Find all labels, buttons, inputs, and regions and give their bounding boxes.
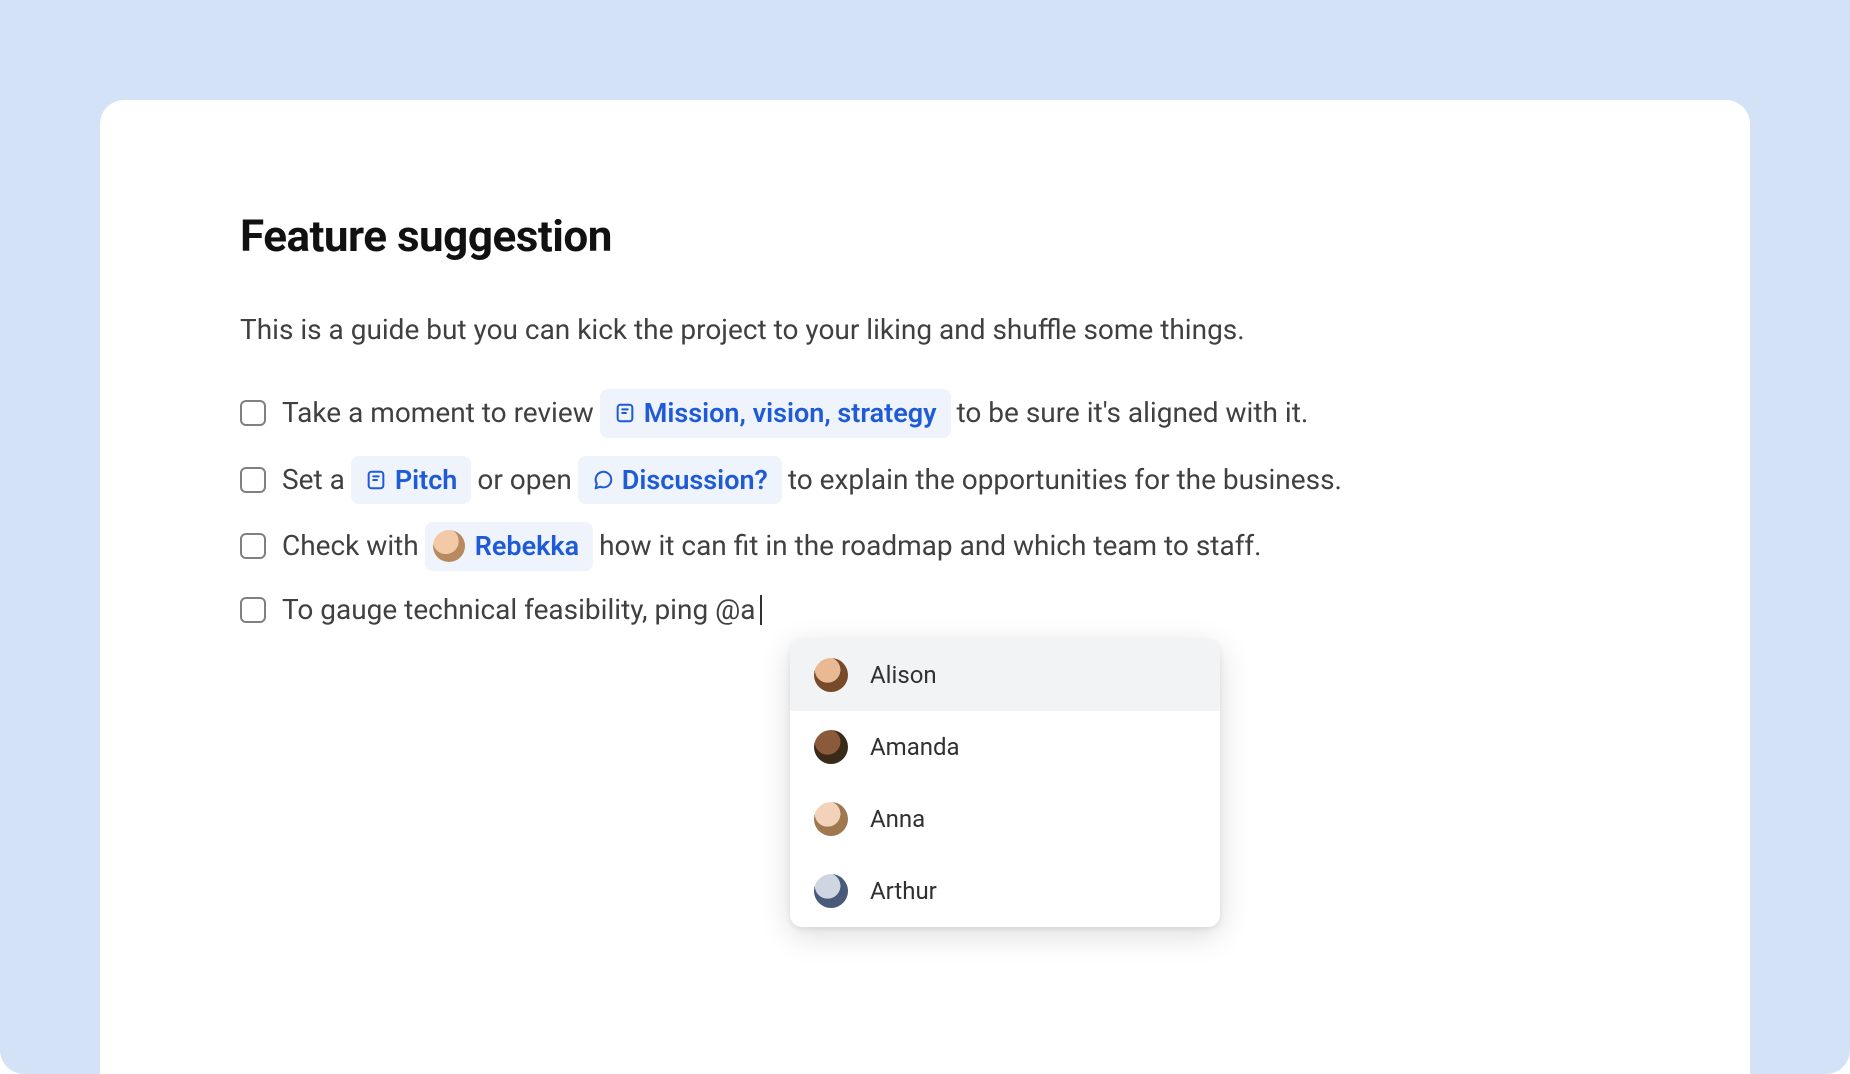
user-mention-label: Rebekka (475, 526, 579, 567)
avatar (814, 730, 848, 764)
document-icon (614, 402, 636, 424)
task-text: Set a (282, 459, 345, 501)
avatar (814, 874, 848, 908)
doc-link-label: Mission, vision, strategy (644, 393, 937, 434)
mention-option-label: Amanda (870, 729, 960, 765)
task-text: how it can fit in the roadmap and which … (599, 525, 1261, 567)
checkbox[interactable] (240, 597, 266, 623)
chat-icon (592, 469, 614, 491)
task-text: to explain the opportunities for the bus… (788, 459, 1342, 501)
avatar (814, 658, 848, 692)
task-row: Set a Pitch or open Discussion? to expla… (240, 456, 1610, 505)
mention-option-label: Anna (870, 801, 925, 837)
task-text-editing[interactable]: To gauge technical feasibility, ping @a (282, 589, 756, 631)
task-row: Take a moment to review Mission, vision,… (240, 389, 1610, 438)
avatar (433, 530, 465, 562)
user-mention-rebekka[interactable]: Rebekka (425, 522, 593, 571)
document-icon (365, 469, 387, 491)
text-cursor (760, 595, 762, 625)
discussion-link[interactable]: Discussion? (578, 456, 782, 505)
task-text: to be sure it's aligned with it. (957, 392, 1309, 434)
task-text: Take a moment to review (282, 392, 594, 434)
mention-option-amanda[interactable]: Amanda (790, 711, 1220, 783)
task-row-editing: To gauge technical feasibility, ping @a … (240, 589, 1610, 631)
checkbox[interactable] (240, 533, 266, 559)
doc-link-label: Pitch (395, 460, 458, 501)
checkbox[interactable] (240, 467, 266, 493)
checkbox[interactable] (240, 400, 266, 426)
page-title: Feature suggestion (240, 210, 1610, 262)
document-card: Feature suggestion This is a guide but y… (100, 100, 1750, 1074)
mention-option-alison[interactable]: Alison (790, 639, 1220, 711)
task-text: Check with (282, 525, 419, 567)
intro-paragraph: This is a guide but you can kick the pro… (240, 310, 1610, 349)
doc-link-mission-vision-strategy[interactable]: Mission, vision, strategy (600, 389, 951, 438)
task-text: or open (477, 459, 571, 501)
doc-link-pitch[interactable]: Pitch (351, 456, 472, 505)
mention-autocomplete-popup: Alison Amanda Anna Arthur (790, 639, 1220, 927)
mention-option-label: Alison (870, 657, 937, 693)
mention-option-anna[interactable]: Anna (790, 783, 1220, 855)
avatar (814, 802, 848, 836)
task-row: Check with Rebekka how it can fit in the… (240, 522, 1610, 571)
discussion-link-label: Discussion? (622, 460, 768, 501)
mention-option-arthur[interactable]: Arthur (790, 855, 1220, 927)
mention-option-label: Arthur (870, 873, 937, 909)
